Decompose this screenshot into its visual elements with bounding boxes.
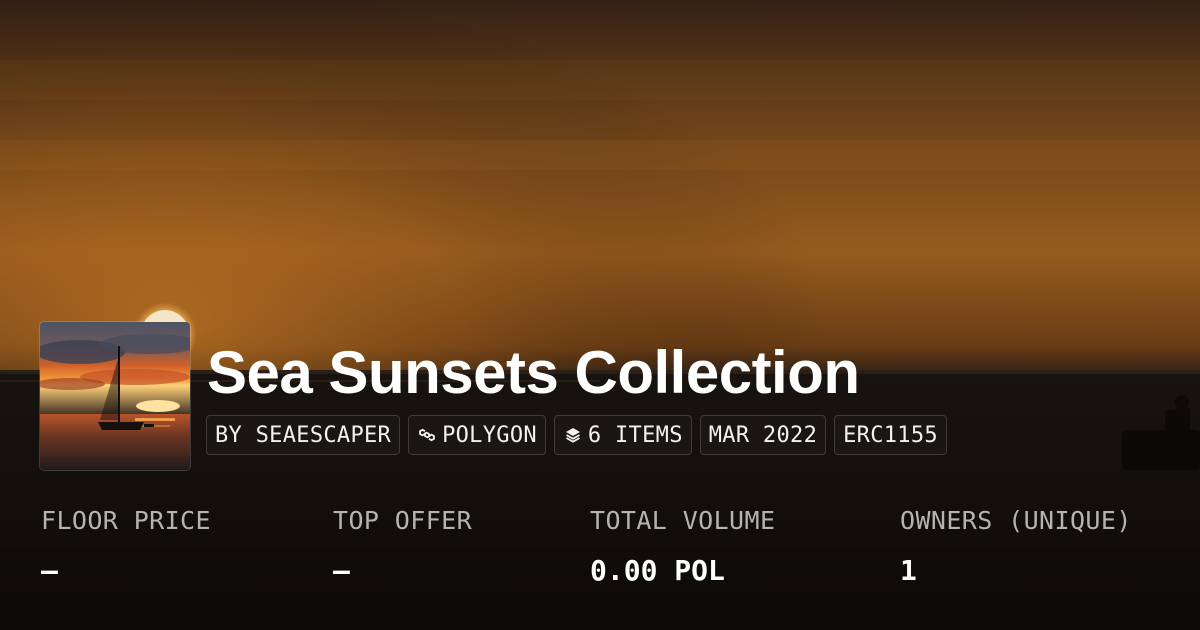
tag-creator-label: BY SEAESCAPER <box>215 422 392 448</box>
tag-chain[interactable]: POLYGON <box>408 415 546 455</box>
stat-total-volume-value: 0.00 POL <box>590 554 725 587</box>
collection-tags: BY SEAESCAPER POLYGON 6 ITEMS MAR 2022 E… <box>206 415 947 455</box>
tag-standard-label: ERC1155 <box>843 422 938 448</box>
collection-title: Sea Sunsets Collection <box>207 339 860 406</box>
tag-date-label: MAR 2022 <box>708 422 818 448</box>
stat-owners-value: 1 <box>900 554 917 587</box>
stat-floor-price-label: FLOOR PRICE <box>41 506 211 535</box>
tag-date: MAR 2022 <box>699 415 827 455</box>
stat-floor-price-value: – <box>41 554 58 587</box>
stat-total-volume-label: TOTAL VOLUME <box>590 506 776 535</box>
polygon-chain-icon <box>417 425 437 445</box>
tag-creator[interactable]: BY SEAESCAPER <box>206 415 401 455</box>
stat-owners-label: OWNERS (UNIQUE) <box>900 506 1132 535</box>
stat-total-volume: TOTAL VOLUME 0.00 POL <box>590 503 775 589</box>
layers-icon <box>563 425 583 445</box>
collection-thumbnail-image <box>40 322 190 470</box>
tag-items[interactable]: 6 ITEMS <box>553 415 692 455</box>
tag-chain-label: POLYGON <box>442 422 537 448</box>
stat-floor-price: FLOOR PRICE – <box>41 503 211 589</box>
stat-top-offer-value: – <box>333 554 350 587</box>
stat-top-offer: TOP OFFER – <box>333 503 472 589</box>
tag-items-label: 6 ITEMS <box>587 422 683 448</box>
tag-standard: ERC1155 <box>834 415 947 455</box>
stat-owners: OWNERS (UNIQUE) 1 <box>900 503 1132 589</box>
stat-top-offer-label: TOP OFFER <box>333 506 473 535</box>
